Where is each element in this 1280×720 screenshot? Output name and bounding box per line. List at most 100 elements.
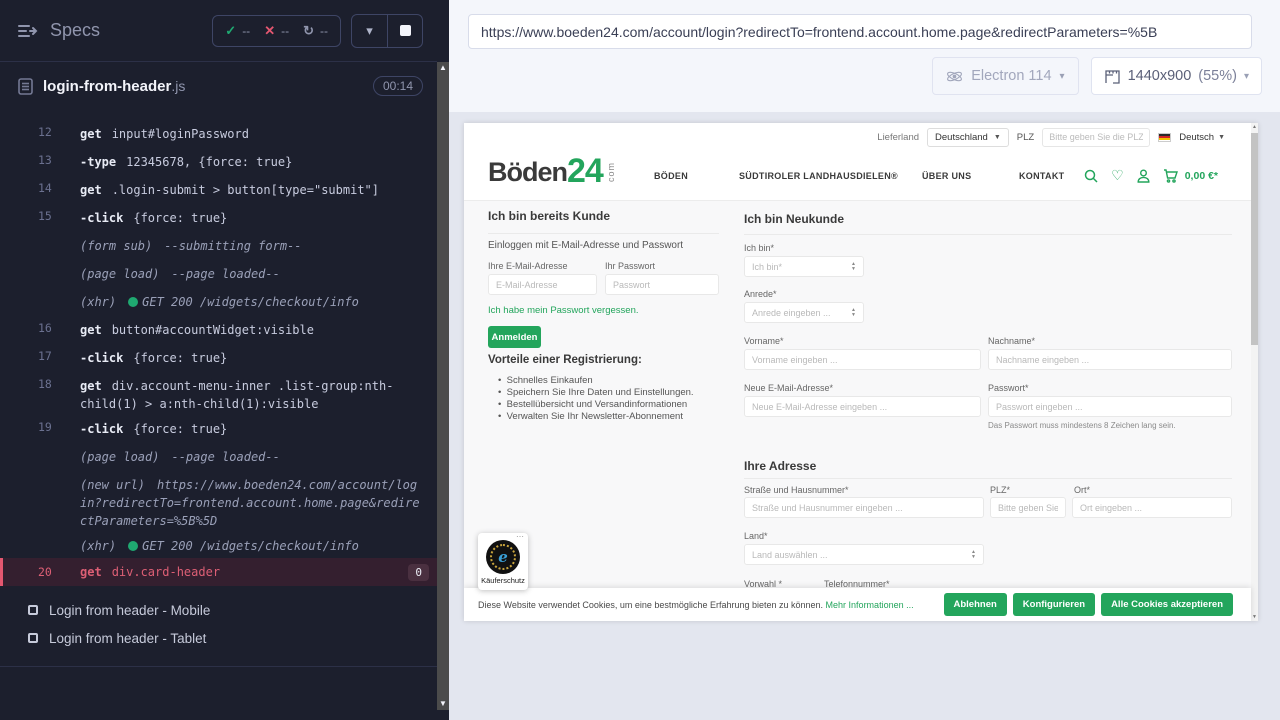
- more-dots-icon: ⋯: [516, 532, 524, 541]
- log-row[interactable]: 18 getdiv.account-menu-inner .list-group…: [0, 370, 437, 413]
- site-logo[interactable]: Böden24com: [488, 155, 621, 187]
- log-new-url-row[interactable]: (new url)https://www.boeden24.com/accoun…: [0, 469, 437, 530]
- stage: Electron 114 ▾ 1440x900 (55%) ▾ Lieferl: [449, 0, 1280, 720]
- nachname-input[interactable]: [988, 349, 1232, 370]
- new-email-label: Neue E-Mail-Adresse*: [744, 383, 833, 393]
- test-item-tablet[interactable]: Login from header - Tablet: [0, 624, 437, 652]
- cookie-accept-all-button[interactable]: Alle Cookies akzeptieren: [1101, 593, 1233, 616]
- address-section-title: Ihre Adresse: [744, 459, 816, 473]
- check-icon: ✓: [225, 23, 236, 39]
- cookie-banner: Diese Website verwendet Cookies, um eine…: [464, 588, 1251, 621]
- address-plz-input[interactable]: [990, 497, 1066, 518]
- test-item-mobile[interactable]: Login from header - Mobile: [0, 596, 437, 624]
- specs-list-icon[interactable]: [18, 23, 38, 39]
- vorname-input[interactable]: [744, 349, 981, 370]
- log-row[interactable]: 13 -type12345678, {force: true}: [0, 146, 437, 174]
- log-xhr-row[interactable]: (xhr)GET 200 /widgets/checkout/info: [0, 530, 437, 558]
- log-event-row[interactable]: (page load)--page loaded--: [0, 258, 437, 286]
- scroll-up-icon[interactable]: ▲: [1251, 124, 1258, 130]
- password-label: Ihr Passwort: [605, 261, 655, 271]
- register-password-label: Passwort*: [988, 383, 1029, 393]
- log-xhr-row[interactable]: (xhr)GET 200 /widgets/checkout/info: [0, 286, 437, 314]
- login-email-input[interactable]: [488, 274, 597, 295]
- nav-landhausdielen[interactable]: SÜDTIROLER LANDHAUSDIELEN®: [739, 171, 898, 181]
- nav-boeden[interactable]: BÖDEN: [654, 171, 688, 181]
- log-row[interactable]: 14 get.login-submit > button[type="submi…: [0, 174, 437, 202]
- login-password-input[interactable]: [605, 274, 719, 295]
- log-row[interactable]: 17 -click{force: true}: [0, 342, 437, 370]
- ichbin-select[interactable]: Ich bin* ▲▼: [744, 256, 864, 277]
- scroll-down-icon[interactable]: ▼: [439, 698, 447, 710]
- language-select[interactable]: Deutsch ▼: [1179, 132, 1225, 143]
- collapse-chevron-button[interactable]: ▾: [352, 15, 387, 47]
- runner-header: Specs ✓ -- ✕ -- ↻ --: [0, 0, 437, 62]
- cookie-info-link[interactable]: Mehr Informationen ...: [826, 600, 914, 610]
- spec-duration-badge: 00:14: [373, 76, 423, 96]
- log-event-row[interactable]: (form sub)--submitting form--: [0, 230, 437, 258]
- anrede-select[interactable]: Anrede eingeben ... ▲▼: [744, 302, 864, 323]
- account-icon[interactable]: [1137, 169, 1150, 183]
- spec-file-row[interactable]: login-from-header.js 00:14: [0, 62, 437, 110]
- anrede-label: Anrede*: [744, 289, 777, 299]
- benefit-item: • Schnelles Einkaufen: [498, 375, 593, 386]
- germany-flag-icon: [1158, 133, 1171, 142]
- scrollbar-thumb[interactable]: [1251, 133, 1258, 345]
- url-input[interactable]: [468, 14, 1252, 49]
- scroll-up-icon[interactable]: ▲: [439, 62, 447, 74]
- chevron-down-icon: ▼: [1218, 134, 1225, 141]
- country-select[interactable]: Deutschland ▼: [927, 128, 1009, 147]
- ichbin-label: Ich bin*: [744, 243, 774, 253]
- cookie-decline-button[interactable]: Ablehnen: [944, 593, 1007, 616]
- cookie-configure-button[interactable]: Konfigurieren: [1013, 593, 1095, 616]
- login-section-title: Ich bin bereits Kunde: [488, 209, 610, 223]
- command-log: 12 getinput#loginPassword 13 -type123456…: [0, 110, 437, 586]
- scroll-down-icon[interactable]: ▼: [1251, 614, 1258, 620]
- kaeuferschutz-badge[interactable]: ⋯ e Käuferschutz: [478, 533, 528, 590]
- trusted-shops-seal-icon: e: [486, 540, 520, 574]
- ort-label: Ort*: [1074, 485, 1090, 495]
- cookie-text: Diese Website verwendet Cookies, um eine…: [478, 600, 914, 610]
- ort-input[interactable]: [1072, 497, 1232, 518]
- xhr-success-dot: [128, 541, 138, 551]
- cart-icon[interactable]: [1163, 169, 1178, 183]
- log-row[interactable]: 16 getbutton#accountWidget:visible: [0, 314, 437, 342]
- land-label: Land*: [744, 531, 768, 541]
- stat-pending: ↻ --: [303, 23, 328, 39]
- forgot-password-link[interactable]: Ich habe mein Passwort vergessen.: [488, 305, 639, 316]
- test-stats: ✓ -- ✕ -- ↻ --: [212, 15, 341, 47]
- log-row[interactable]: 12 getinput#loginPassword: [0, 118, 437, 146]
- stop-run-button[interactable]: [387, 15, 422, 47]
- app-preview: Lieferland Deutschland ▼ PLZ Deutsch ▼ B…: [464, 123, 1258, 621]
- log-row[interactable]: 19 -click{force: true}: [0, 413, 437, 441]
- preview-scrollbar[interactable]: ▲ ▼: [1251, 123, 1258, 621]
- land-select[interactable]: Land auswählen ... ▲▼: [744, 544, 984, 565]
- wishlist-heart-icon[interactable]: ♡: [1111, 167, 1124, 184]
- pending-box-icon: [28, 605, 38, 615]
- login-submit-button[interactable]: Anmelden: [488, 326, 541, 348]
- log-event-row[interactable]: (page load)--page loaded--: [0, 441, 437, 469]
- retry-count-badge: 0: [408, 564, 429, 581]
- search-icon[interactable]: [1084, 169, 1098, 183]
- log-failed-row[interactable]: 20 getdiv.card-header 0: [0, 558, 437, 586]
- log-row[interactable]: 15 -click{force: true}: [0, 202, 437, 230]
- ruler-icon: [1104, 69, 1121, 84]
- reporter-scrollbar[interactable]: ▲ ▼: [437, 62, 449, 710]
- nav-kontakt[interactable]: KONTAKT: [1019, 171, 1064, 181]
- divider: [744, 234, 1232, 235]
- new-email-input[interactable]: [744, 396, 981, 417]
- viewport-select[interactable]: 1440x900 (55%) ▾: [1091, 57, 1262, 95]
- register-section-title: Ich bin Neukunde: [744, 212, 844, 226]
- plz-input[interactable]: [1042, 128, 1150, 147]
- nav-ueber-uns[interactable]: ÜBER UNS: [922, 171, 971, 181]
- vorname-label: Vorname*: [744, 336, 784, 346]
- stat-passed: ✓ --: [225, 23, 250, 39]
- browser-bar: Electron 114 ▾ 1440x900 (55%) ▾: [449, 0, 1280, 112]
- select-arrows-icon: ▲▼: [851, 262, 856, 271]
- benefit-item: • Speichern Sie Ihre Daten und Einstellu…: [498, 387, 694, 398]
- cart-total[interactable]: 0,00 €*: [1185, 170, 1218, 182]
- street-input[interactable]: [744, 497, 984, 518]
- register-password-input[interactable]: [988, 396, 1232, 417]
- password-helper: Das Passwort muss mindestens 8 Zeichen l…: [988, 421, 1176, 430]
- browser-select[interactable]: Electron 114 ▾: [932, 57, 1078, 95]
- address-plz-label: PLZ*: [990, 485, 1010, 495]
